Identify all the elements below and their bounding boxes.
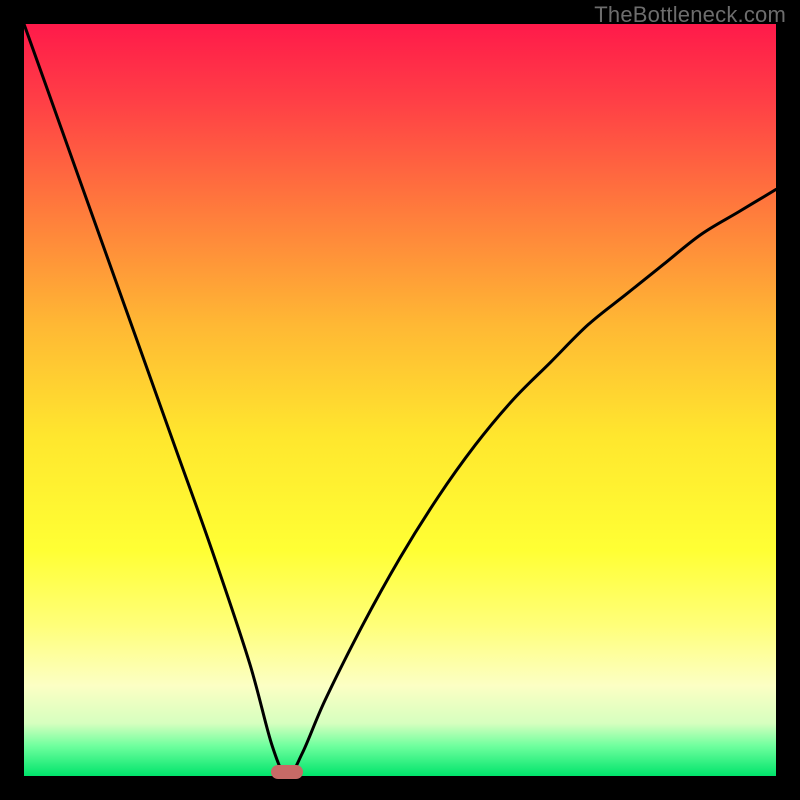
bottleneck-curve (24, 24, 776, 776)
optimal-point-marker (271, 765, 303, 779)
watermark-text: TheBottleneck.com (594, 2, 786, 28)
chart-plot-area (24, 24, 776, 776)
